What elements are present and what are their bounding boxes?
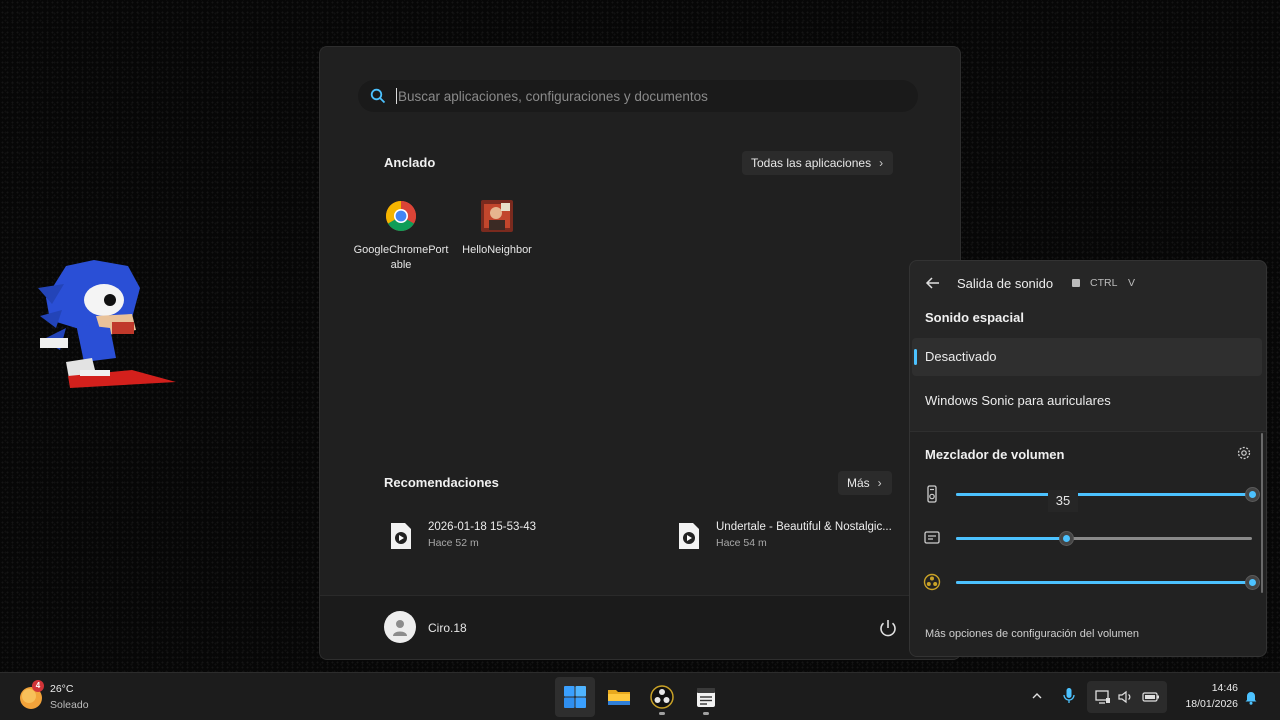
shortcut-ctrl: CTRL	[1090, 277, 1118, 289]
scrollbar[interactable]	[1261, 433, 1263, 593]
clock-time[interactable]: 14:46	[1180, 682, 1238, 694]
volume-icon	[1118, 690, 1131, 704]
pinned-app-label: HelloNeighbor	[462, 244, 532, 256]
volume-slider[interactable]	[956, 575, 1260, 590]
recommendation-time: Hace 52 m	[428, 537, 479, 549]
notepad-icon	[697, 688, 715, 707]
slider-thumb[interactable]	[1245, 487, 1260, 502]
slider-fill	[956, 537, 1066, 540]
chevron-right-icon: ›	[879, 156, 884, 170]
gear-icon[interactable]	[1236, 445, 1252, 461]
volume-slider[interactable]: 35	[956, 487, 1260, 512]
weather-temperature: 26°C	[50, 683, 74, 695]
microphone-icon[interactable]	[1062, 687, 1076, 705]
pinned-app-label: GoogleChromePortable	[353, 244, 449, 271]
quick-settings-button[interactable]	[1087, 681, 1167, 713]
slider-fill	[956, 581, 1252, 584]
file-explorer-icon	[608, 690, 630, 705]
running-indicator	[659, 712, 665, 715]
chevron-right-icon: ›	[877, 476, 882, 490]
option-label: Desactivado	[925, 349, 997, 364]
video-file-icon	[391, 523, 411, 549]
obs-icon	[923, 573, 941, 591]
more-label: Más	[847, 476, 870, 490]
battery-icon	[1142, 692, 1159, 702]
weather-badge: 4	[32, 680, 44, 692]
keyboard-shortcut-icon	[1072, 279, 1080, 287]
volume-row: 35	[910, 482, 1266, 512]
system-sounds-icon	[924, 531, 940, 544]
volume-row	[910, 526, 1266, 550]
start-footer: Ciro.18	[320, 595, 960, 659]
volume-slider[interactable]	[956, 531, 1252, 546]
search-input[interactable]: Buscar aplicaciones, configuraciones y d…	[398, 89, 708, 104]
speaker-device-icon	[927, 485, 937, 503]
slider-thumb[interactable]	[1245, 575, 1260, 590]
video-file-icon	[679, 523, 699, 549]
power-icon[interactable]	[876, 616, 900, 640]
taskbar-file-explorer[interactable]	[599, 677, 639, 717]
sound-output-panel: Salida de sonido CTRL V Sonido espacial …	[909, 260, 1267, 657]
recommendation-item[interactable]: Undertale - Beautiful & Nostalgic... Hac…	[678, 521, 892, 550]
selected-indicator	[914, 349, 917, 365]
pinned-app-chrome[interactable]: GoogleChromePortable	[353, 200, 449, 273]
chrome-icon	[385, 201, 417, 232]
start-button[interactable]	[555, 677, 595, 717]
obs-studio-icon	[650, 685, 674, 709]
user-icon	[393, 620, 407, 636]
hello-neighbor-icon	[481, 200, 513, 232]
sonic-sprite	[38, 260, 176, 388]
recommendation-name: Undertale - Beautiful & Nostalgic...	[716, 521, 892, 533]
volume-tooltip: 35	[1048, 490, 1078, 512]
volume-row	[910, 570, 1266, 594]
slider-fill	[956, 493, 1252, 496]
pinned-title: Anclado	[384, 155, 436, 170]
volume-mixer: Mezclador de volumen 35 Más opciones de …	[910, 431, 1266, 656]
more-volume-options-link[interactable]: Más opciones de configuración del volume…	[925, 628, 1139, 640]
clock-date[interactable]: 18/01/2026	[1170, 698, 1238, 710]
recommendations-title: Recomendaciones	[384, 475, 499, 490]
weather-description: Soleado	[50, 699, 89, 711]
sound-panel-header: Salida de sonido CTRL V	[910, 271, 1266, 295]
sound-panel-title: Salida de sonido	[957, 276, 1054, 291]
recommendation-name: 2026-01-18 15-53-43	[428, 521, 537, 533]
mixer-title: Mezclador de volumen	[925, 447, 1065, 462]
user-name[interactable]: Ciro.18	[428, 621, 467, 635]
avatar[interactable]	[384, 611, 416, 643]
notification-bell-icon[interactable]	[1244, 689, 1258, 705]
text-caret	[396, 88, 397, 104]
all-apps-label: Todas las aplicaciones	[751, 156, 872, 170]
recommendation-time: Hace 54 m	[716, 537, 767, 549]
option-windows-sonic[interactable]: Windows Sonic para auriculares	[925, 393, 1111, 408]
slider-thumb[interactable]	[1058, 531, 1074, 546]
taskbar-obs[interactable]	[642, 677, 682, 717]
all-apps-button[interactable]: Todas las aplicaciones ›	[742, 151, 894, 175]
back-arrow-icon[interactable]	[924, 274, 942, 292]
more-button[interactable]: Más ›	[838, 471, 892, 495]
recommendation-item[interactable]: 2026-01-18 15-53-43 Hace 52 m	[390, 521, 536, 550]
start-menu: Buscar aplicaciones, configuraciones y d…	[319, 46, 961, 660]
chevron-up-icon[interactable]	[1030, 689, 1044, 703]
search-box[interactable]: Buscar aplicaciones, configuraciones y d…	[358, 80, 918, 112]
pinned-app-helloneighbor[interactable]: HelloNeighbor	[449, 200, 545, 258]
taskbar: 4 26°C Soleado 14:46 18/01/2026	[0, 672, 1280, 720]
spatial-sound-title: Sonido espacial	[925, 310, 1024, 325]
network-icon	[1095, 690, 1110, 704]
shortcut-key: V	[1128, 277, 1136, 289]
taskbar-notepad[interactable]	[686, 677, 726, 717]
search-icon	[370, 88, 386, 104]
option-desactivado[interactable]: Desactivado	[912, 338, 1262, 376]
windows-start-icon	[564, 686, 586, 708]
running-indicator	[703, 712, 709, 715]
